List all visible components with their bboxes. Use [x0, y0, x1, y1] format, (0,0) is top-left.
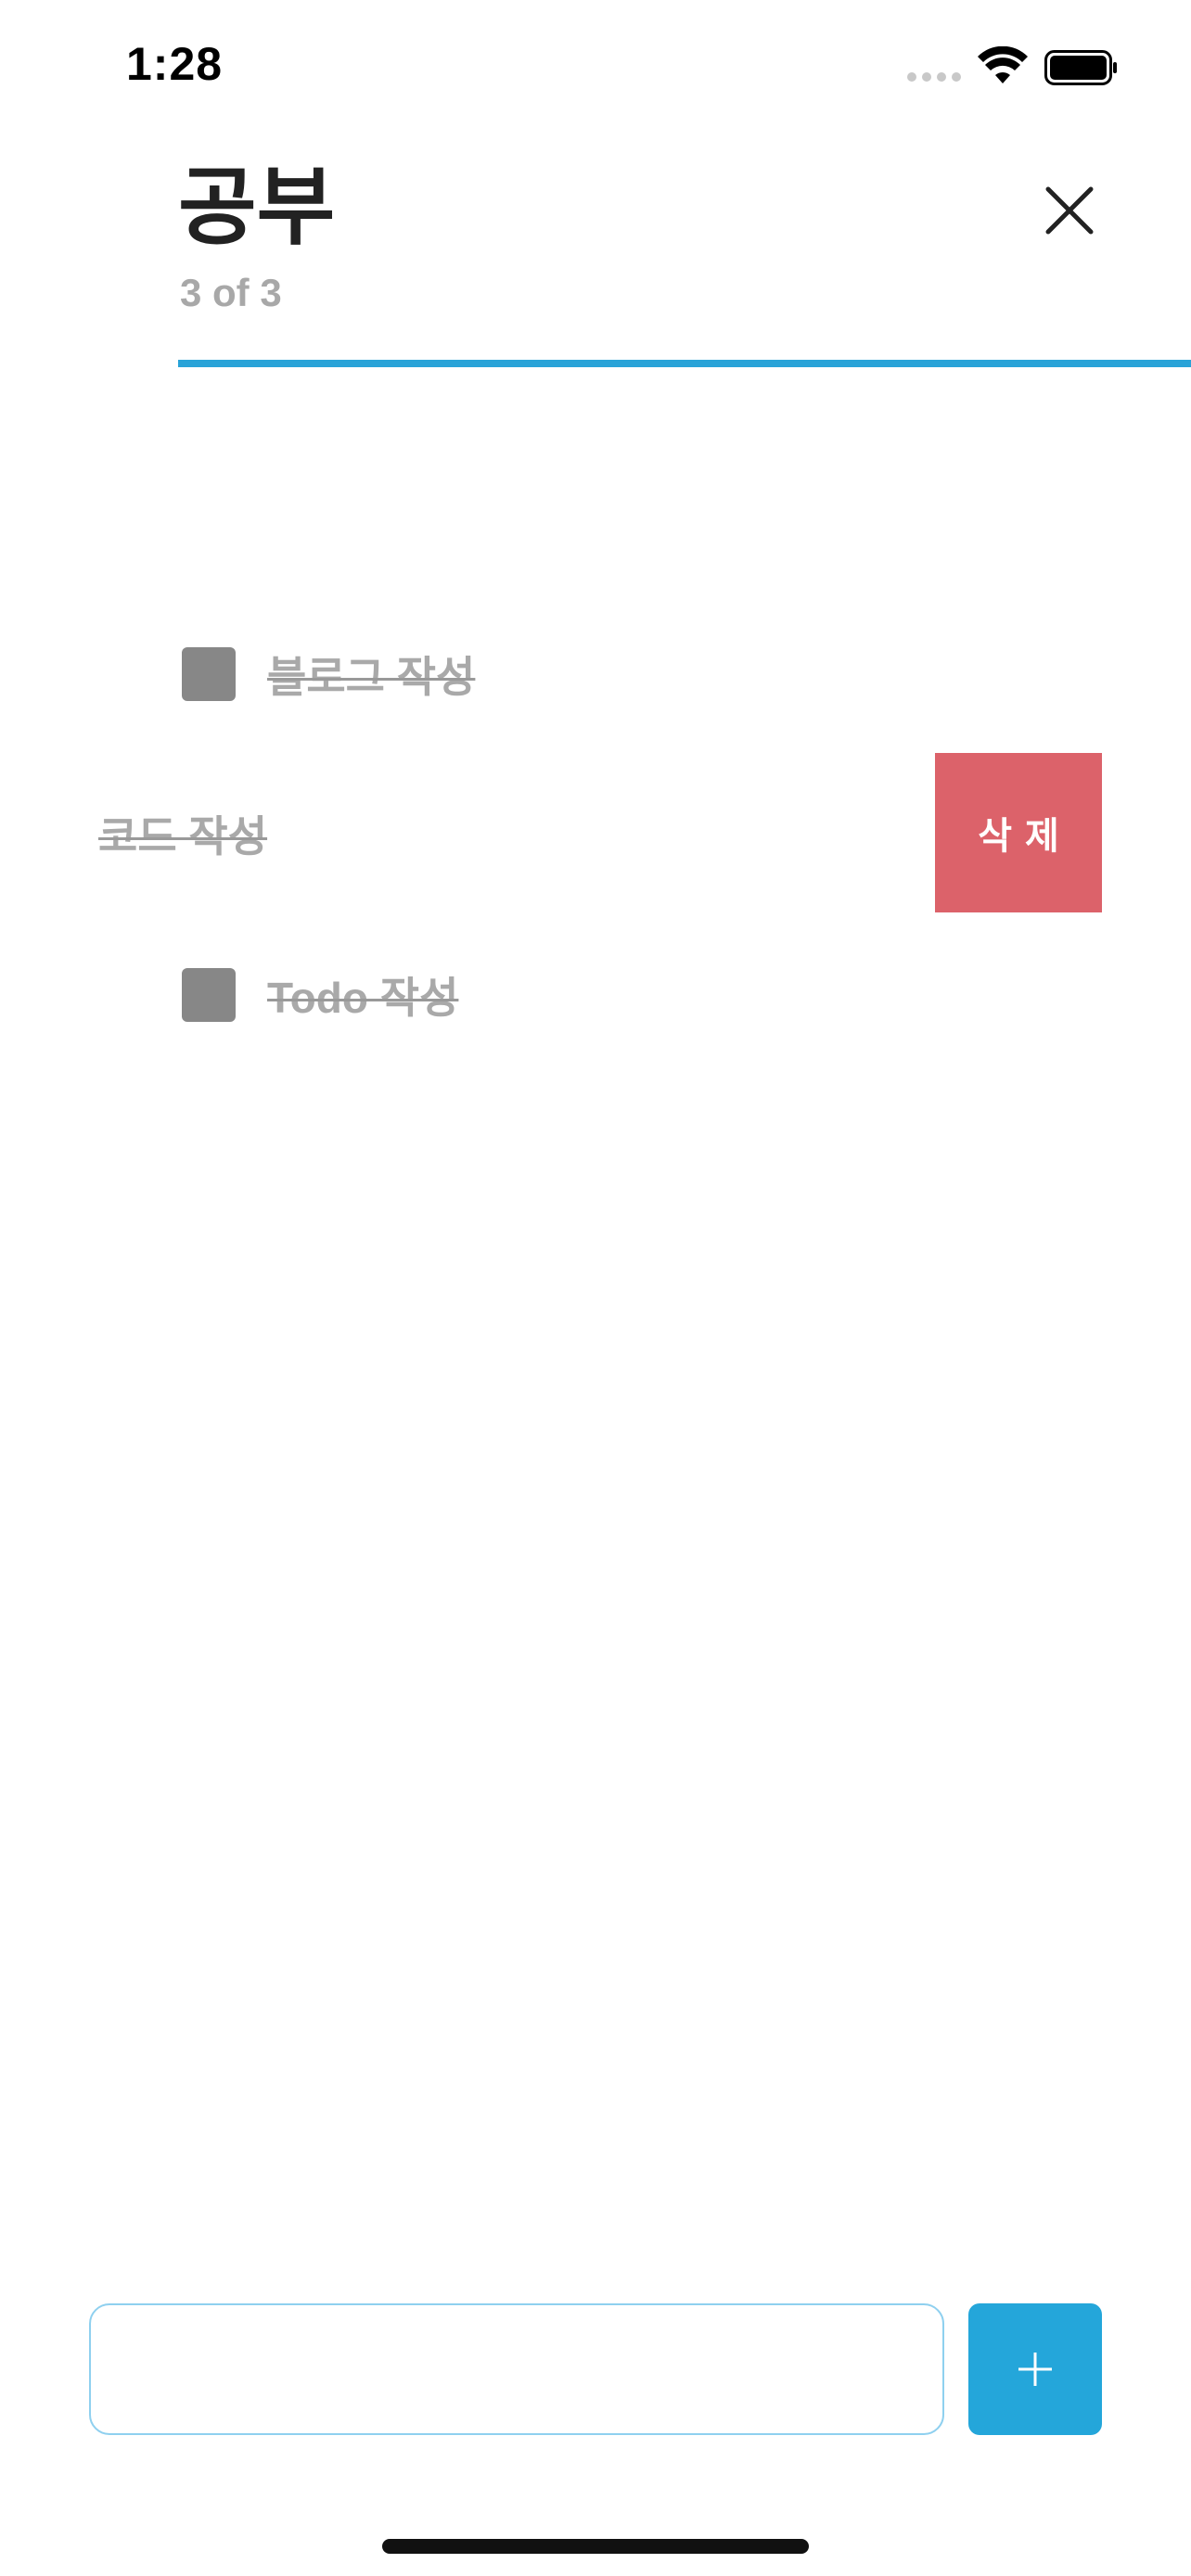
progress-fill — [178, 360, 1191, 367]
plus-icon — [1018, 2353, 1052, 2386]
progress-count: 3 of 3 — [180, 271, 282, 314]
todo-item-swiped[interactable]: 코드 작성 — [98, 803, 267, 864]
new-todo-input[interactable] — [89, 2303, 944, 2435]
delete-button[interactable]: 삭제 — [935, 753, 1102, 912]
todo-checkbox[interactable] — [182, 647, 236, 701]
add-todo-button[interactable] — [968, 2303, 1102, 2435]
wifi-icon — [978, 46, 1028, 83]
page-title: 공부 — [178, 160, 336, 255]
close-icon — [1045, 186, 1094, 235]
progress-bar — [178, 360, 1191, 367]
todo-label: 블로그 작성 — [267, 653, 476, 701]
todo-checkbox[interactable] — [182, 968, 236, 1022]
todo-label: 코드 작성 — [98, 812, 268, 861]
todo-label: Todo 작성 — [267, 974, 459, 1022]
home-indicator — [382, 2539, 809, 2554]
battery-icon — [1044, 50, 1117, 85]
todo-item[interactable]: 블로그 작성 — [182, 644, 475, 705]
status-time: 1:28 — [126, 38, 224, 90]
cellular-signal-icon — [907, 72, 961, 82]
todo-item[interactable]: Todo 작성 — [182, 964, 458, 1026]
close-button[interactable] — [1039, 180, 1100, 241]
todo-screen: 1:28 공부 3 of 3 블로그 작성 코드 작성 삭제 Todo 작성 — [0, 0, 1191, 2576]
